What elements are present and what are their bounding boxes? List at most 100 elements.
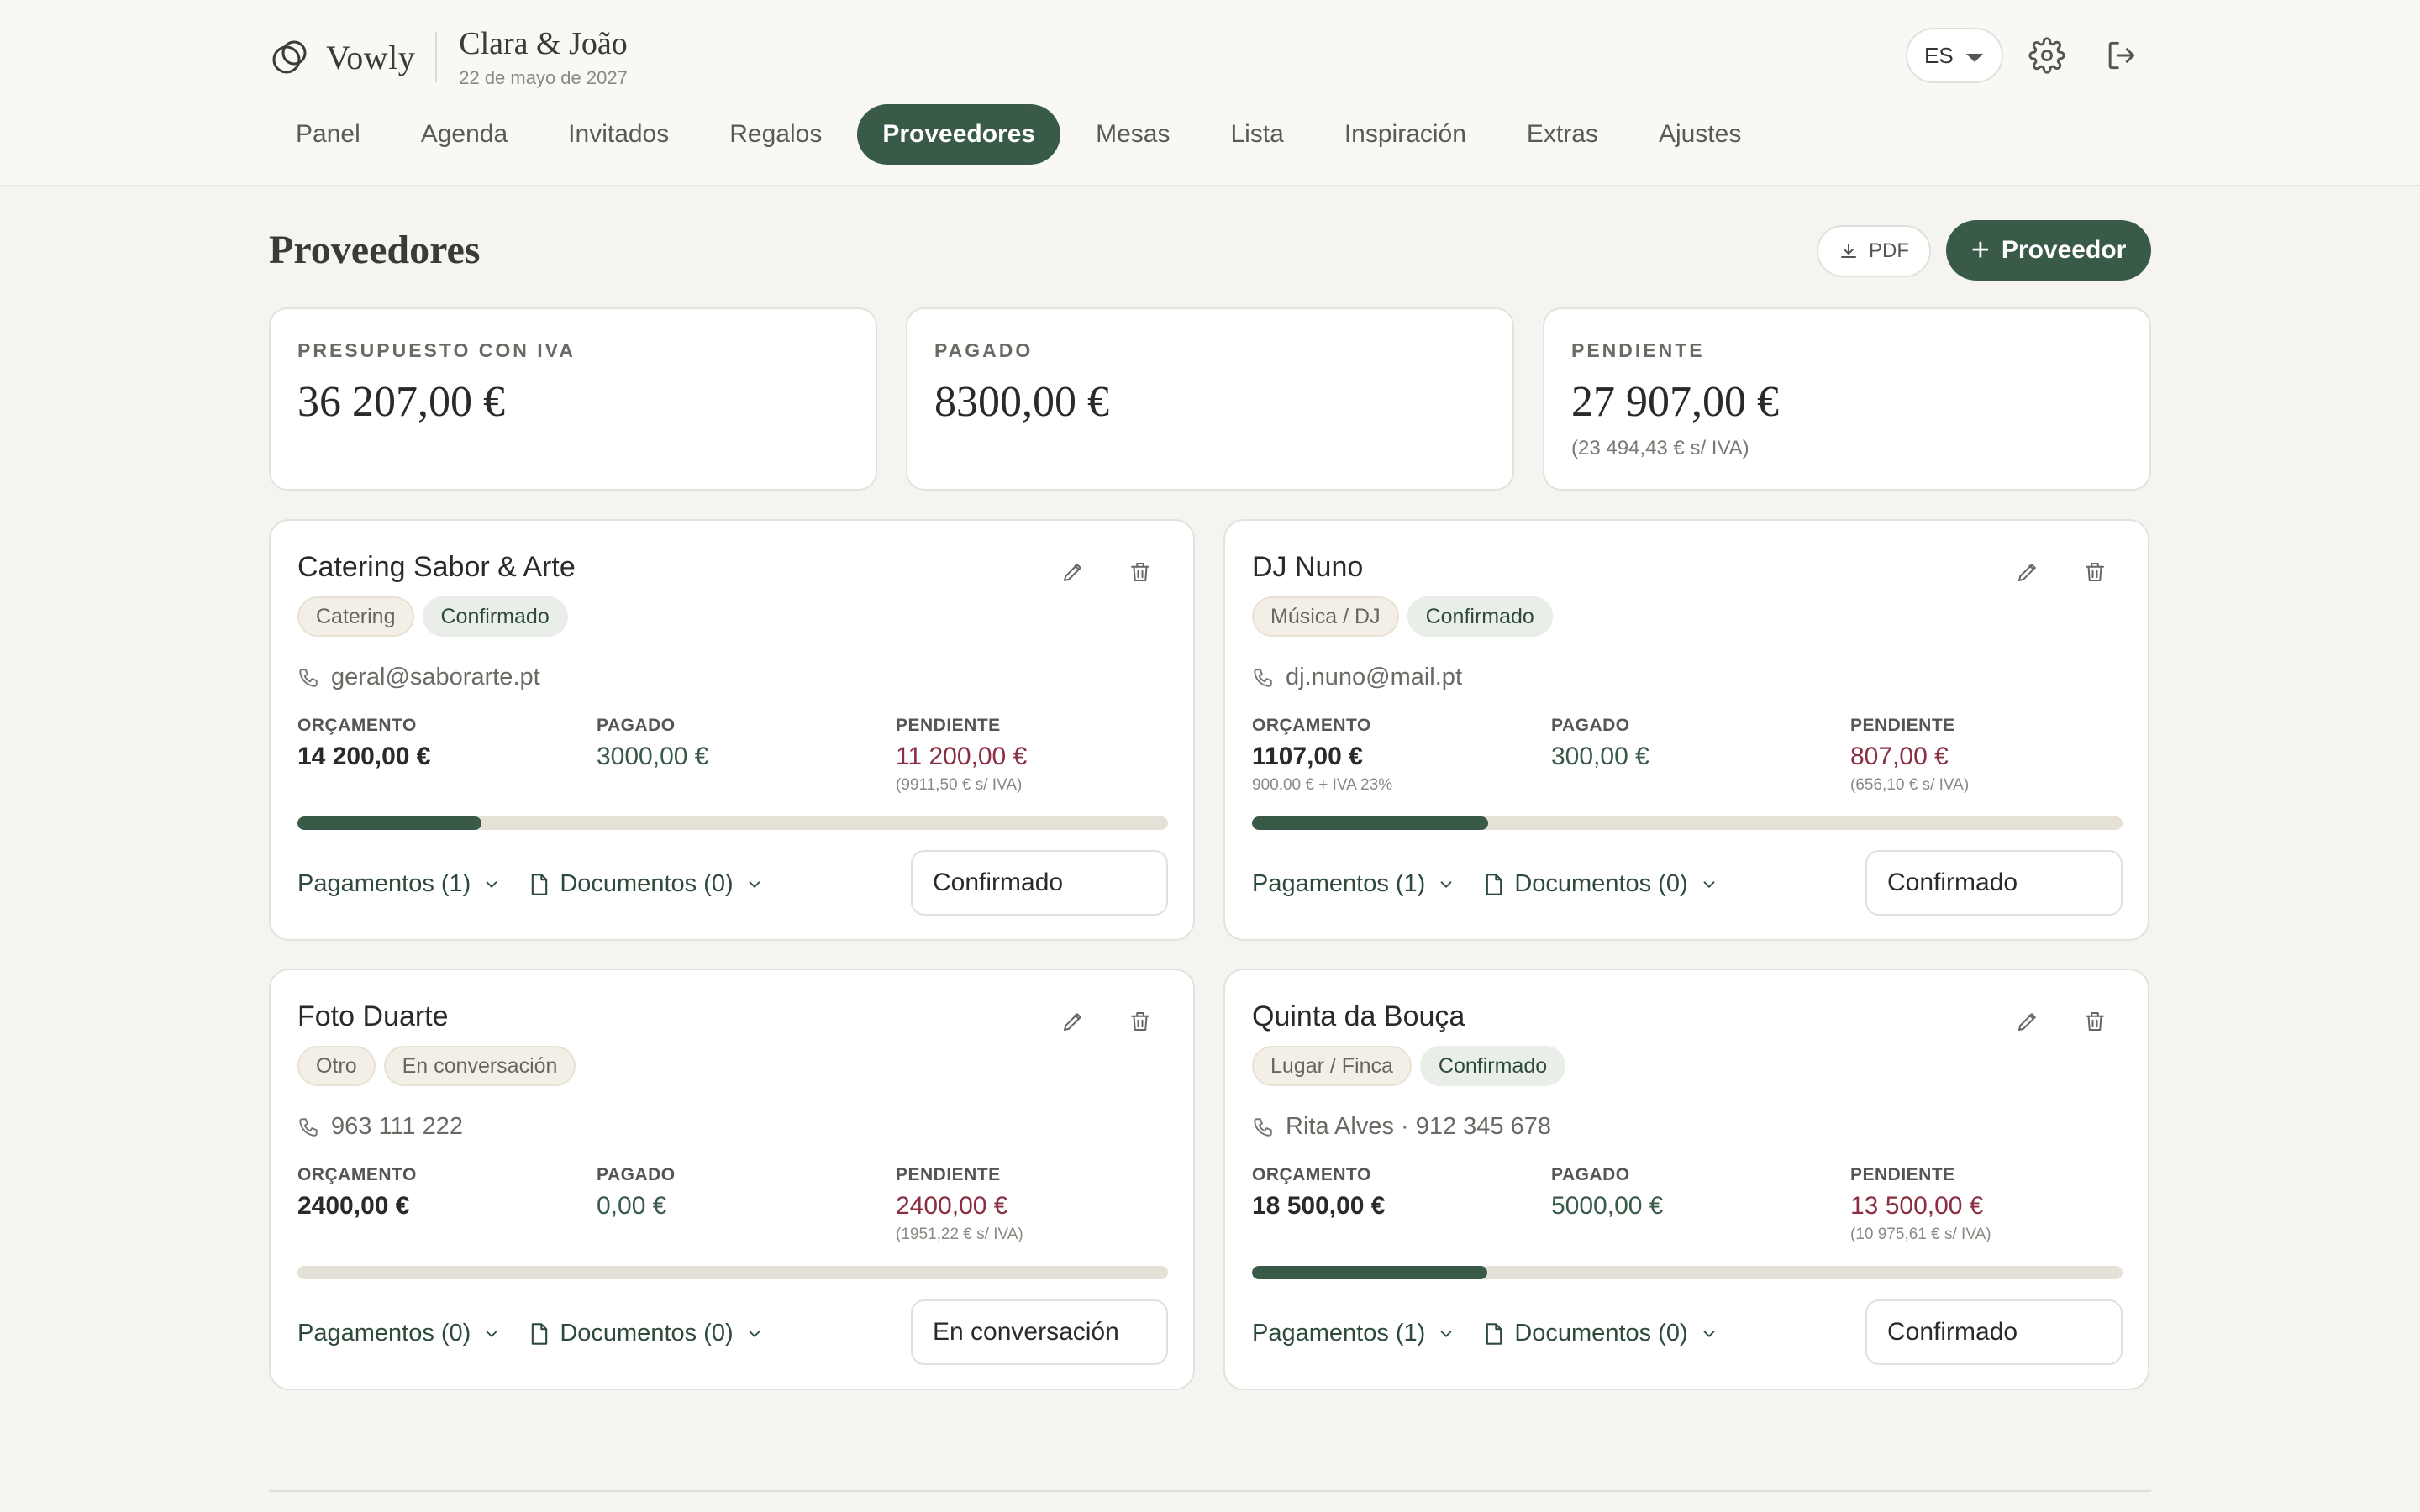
language-select[interactable]: ES: [1906, 28, 2003, 83]
nav-tab-ajustes[interactable]: Ajustes: [1634, 104, 1766, 165]
nav-tab-regalos[interactable]: Regalos: [704, 104, 847, 165]
payment-progress-bar: [297, 1266, 1168, 1279]
pending-block: PENDIENTE 13 500,00 € (10 975,61 € s/ IV…: [1850, 1165, 2136, 1244]
summary-sub: (23 494,43 € s/ IVA): [1571, 437, 1749, 459]
nav-tab-proveedores[interactable]: Proveedores: [857, 104, 1061, 165]
plus-icon: +: [1970, 232, 1990, 268]
category-badge: Catering: [297, 596, 414, 637]
page-title: Proveedores: [269, 228, 481, 272]
documents-label: Documentos (0): [1514, 870, 1688, 897]
chevron-down-icon: [1440, 1330, 1452, 1337]
documents-toggle[interactable]: Documentos (0): [1484, 1320, 1718, 1347]
budget-label: ORÇAMENTO: [1252, 716, 1371, 735]
pending-value: 11 200,00 €: [896, 743, 1028, 770]
couple-info: Clara & João 22 de mayo de 2027: [459, 25, 628, 89]
trash-icon[interactable]: [1128, 1009, 1153, 1034]
trash-icon[interactable]: [2082, 1009, 2107, 1034]
pencil-icon[interactable]: [1060, 1009, 1086, 1034]
paid-block: PAGADO 300,00 €: [1551, 716, 1837, 771]
summary-label: PRESUPUESTO CON IVA: [297, 339, 576, 361]
documents-label: Documentos (0): [560, 1320, 734, 1347]
summary-value: 8300,00 €: [934, 378, 1109, 426]
pencil-icon[interactable]: [2015, 559, 2040, 585]
status-select[interactable]: Confirmado: [1865, 850, 2123, 916]
payments-toggle[interactable]: Pagamentos (0): [297, 1320, 501, 1347]
gear-icon[interactable]: [2028, 37, 2065, 74]
payment-progress-bar: [297, 816, 1168, 830]
add-vendor-label: Proveedor: [2001, 236, 2127, 264]
paid-value: 3000,00 €: [597, 743, 709, 770]
budget-label: ORÇAMENTO: [297, 1165, 417, 1184]
summary-label: PENDIENTE: [1571, 339, 1705, 361]
download-icon: [1841, 244, 1856, 258]
footer-divider: [269, 1490, 2151, 1492]
paid-value: 5000,00 €: [1551, 1192, 1664, 1220]
chevron-down-icon: [1703, 880, 1715, 888]
pending-label: PENDIENTE: [1850, 716, 1955, 735]
pending-value: 2400,00 €: [896, 1192, 1008, 1220]
chevron-down-icon: [749, 880, 760, 888]
brand-divider: [435, 32, 438, 82]
nav-tab-inspiracion[interactable]: Inspiración: [1319, 104, 1491, 165]
budget-value: 2400,00 €: [297, 1192, 410, 1220]
pending-label: PENDIENTE: [896, 1165, 1001, 1184]
payments-label: Pagamentos (0): [297, 1320, 471, 1347]
pencil-icon[interactable]: [1060, 559, 1086, 585]
vendor-tags: Otro En conversación: [297, 1046, 584, 1086]
summary-card-budget: PRESUPUESTO CON IVA 36 207,00 €: [269, 307, 877, 491]
payments-toggle[interactable]: Pagamentos (1): [1252, 870, 1455, 898]
budget-block: ORÇAMENTO 2400,00 €: [297, 1165, 583, 1221]
brand[interactable]: Vowly Clara & João 22 de mayo de 2027: [271, 25, 628, 89]
category-badge: Otro: [297, 1046, 376, 1086]
phone-icon: [1254, 668, 1272, 687]
wedding-date: 22 de mayo de 2027: [459, 67, 628, 88]
main-nav: Panel Agenda Invitados Regalos Proveedor…: [271, 104, 1776, 165]
payment-progress-fill: [297, 816, 481, 830]
nav-tab-lista[interactable]: Lista: [1205, 104, 1308, 165]
payments-label: Pagamentos (1): [1252, 1320, 1426, 1347]
export-pdf-button[interactable]: PDF: [1817, 225, 1931, 277]
budget-block: ORÇAMENTO 1107,00 € 900,00 € + IVA 23%: [1252, 716, 1538, 795]
status-badge: Confirmado: [1419, 1046, 1566, 1086]
documents-toggle[interactable]: Documentos (0): [529, 870, 763, 898]
add-vendor-button[interactable]: + Proveedor: [1946, 220, 2151, 281]
pencil-icon[interactable]: [2015, 1009, 2040, 1034]
vendor-card: Quinta da Bouça Lugar / Finca Confirmado…: [1223, 969, 2149, 1390]
payment-progress-fill: [1252, 1266, 1487, 1279]
pending-label: PENDIENTE: [1850, 1165, 1955, 1184]
trash-icon[interactable]: [1128, 559, 1153, 585]
pending-block: PENDIENTE 11 200,00 € (9911,50 € s/ IVA): [896, 716, 1181, 795]
documents-toggle[interactable]: Documentos (0): [529, 1320, 763, 1347]
nav-tab-mesas[interactable]: Mesas: [1071, 104, 1195, 165]
status-select[interactable]: Confirmado: [911, 850, 1168, 916]
vendor-name: Quinta da Bouça: [1252, 1000, 1465, 1032]
chevron-down-icon: [486, 1330, 497, 1337]
paid-label: PAGADO: [597, 1165, 676, 1184]
nav-tab-invitados[interactable]: Invitados: [543, 104, 694, 165]
vendor-footer: Pagamentos (1) Documentos (0): [1252, 1320, 1718, 1347]
status-badge: Confirmado: [422, 596, 568, 637]
payments-toggle[interactable]: Pagamentos (1): [1252, 1320, 1455, 1347]
trash-icon[interactable]: [2082, 559, 2107, 585]
summary-label: PAGADO: [934, 339, 1034, 361]
budget-value: 18 500,00 €: [1252, 1192, 1386, 1220]
nav-tab-agenda[interactable]: Agenda: [396, 104, 533, 165]
contact-text: dj.nuno@mail.pt: [1286, 664, 1462, 690]
payments-label: Pagamentos (1): [1252, 870, 1426, 897]
logout-icon[interactable]: [2102, 37, 2139, 74]
budget-value: 1107,00 €: [1252, 743, 1363, 770]
nav-tab-extras[interactable]: Extras: [1502, 104, 1623, 165]
contact-text: Rita Alves · 912 345 678: [1286, 1113, 1551, 1140]
status-select-value: Confirmado: [1887, 1318, 2018, 1346]
documents-toggle[interactable]: Documentos (0): [1484, 870, 1718, 898]
status-select-value: Confirmado: [1887, 869, 2018, 896]
status-select[interactable]: En conversación: [911, 1299, 1168, 1365]
payments-toggle[interactable]: Pagamentos (1): [297, 870, 501, 898]
status-select[interactable]: Confirmado: [1865, 1299, 2123, 1365]
nav-tab-panel[interactable]: Panel: [271, 104, 386, 165]
budget-value: 14 200,00 €: [297, 743, 431, 770]
vendor-contact: geral@saborarte.pt: [297, 664, 540, 691]
pending-block: PENDIENTE 807,00 € (656,10 € s/ IVA): [1850, 716, 2136, 795]
caret-down-icon: [1966, 54, 1983, 62]
paid-block: PAGADO 3000,00 €: [597, 716, 882, 771]
